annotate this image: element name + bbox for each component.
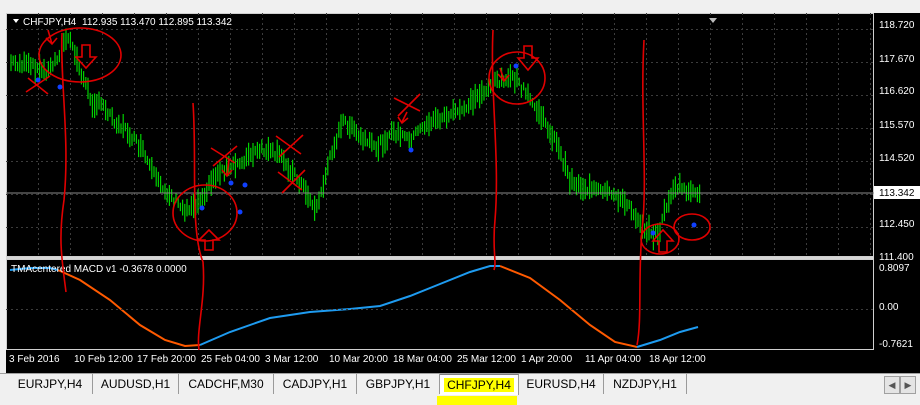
price-tick: 112.450 (879, 219, 915, 230)
signal-marker (242, 182, 248, 188)
signal-marker (237, 209, 243, 215)
price-tick: 111.400 (879, 252, 914, 263)
chart-window: 118.720 117.670 116.620 115.570 114.520 … (0, 0, 920, 373)
signal-marker (650, 230, 656, 236)
tab-chfjpy-h4[interactable]: CHFJPY,H4 (440, 374, 519, 395)
time-tick: 3 Mar 12:00 (265, 354, 319, 365)
tab-cadjpy-h1[interactable]: CADJPY,H1 (274, 374, 357, 394)
tab-cadchf-m30[interactable]: CADCHF,M30 (179, 374, 274, 394)
chart-symbol: CHFJPY,H4 (23, 17, 77, 28)
tab-eurusd-h4[interactable]: EURUSD,H4 (519, 374, 604, 394)
time-tick: 25 Feb 04:00 (201, 354, 260, 365)
tab-eurjpy-h4[interactable]: EURJPY,H4 (8, 374, 93, 394)
time-tick: 18 Apr 12:00 (649, 354, 706, 365)
price-tick: 114.520 (879, 153, 915, 164)
current-price-label: 113.342 (879, 188, 915, 199)
time-tick: 10 Feb 12:00 (74, 354, 133, 365)
signal-marker (691, 222, 697, 228)
tab-audusd-h1[interactable]: AUDUSD,H1 (93, 374, 179, 394)
time-tick: 1 Apr 20:00 (521, 354, 573, 365)
symbol-tab-bar: EURJPY,H4 AUDUSD,H1 CADCHF,M30 CADJPY,H1… (0, 373, 920, 405)
signal-marker (408, 147, 414, 153)
price-tick: 118.720 (879, 20, 915, 31)
time-tick: 25 Mar 12:00 (457, 354, 516, 365)
chart-ohlc: 112.935 113.470 112.895 113.342 (82, 17, 232, 28)
signal-marker (35, 77, 41, 83)
price-tick: 115.570 (879, 120, 915, 131)
time-tick: 3 Feb 2016 (9, 354, 60, 365)
tab-nzdjpy-h1[interactable]: NZDJPY,H1 (604, 374, 687, 394)
time-tick: 10 Mar 20:00 (329, 354, 388, 365)
scroll-right-icon[interactable]: ▶ (900, 376, 916, 394)
indicator-tick: -0.7621 (879, 339, 913, 350)
time-tick: 17 Feb 20:00 (137, 354, 196, 365)
time-tick: 11 Apr 04:00 (585, 354, 641, 365)
price-tick: 117.670 (879, 54, 915, 65)
signal-marker (199, 205, 205, 211)
price-tick: 116.620 (879, 86, 915, 97)
indicator-title: TMAcentered MACD v1 -0.3678 0.0000 (11, 264, 187, 275)
indicator-tick: 0.8097 (879, 263, 910, 274)
indicator-tick: 0.00 (879, 302, 899, 313)
tab-gbpjpy-h1[interactable]: GBPJPY,H1 (357, 374, 440, 394)
signal-marker (513, 63, 519, 69)
signal-marker (228, 180, 234, 186)
signal-marker (57, 84, 63, 90)
scroll-left-icon[interactable]: ◀ (884, 376, 900, 394)
time-tick: 18 Mar 04:00 (393, 354, 452, 365)
